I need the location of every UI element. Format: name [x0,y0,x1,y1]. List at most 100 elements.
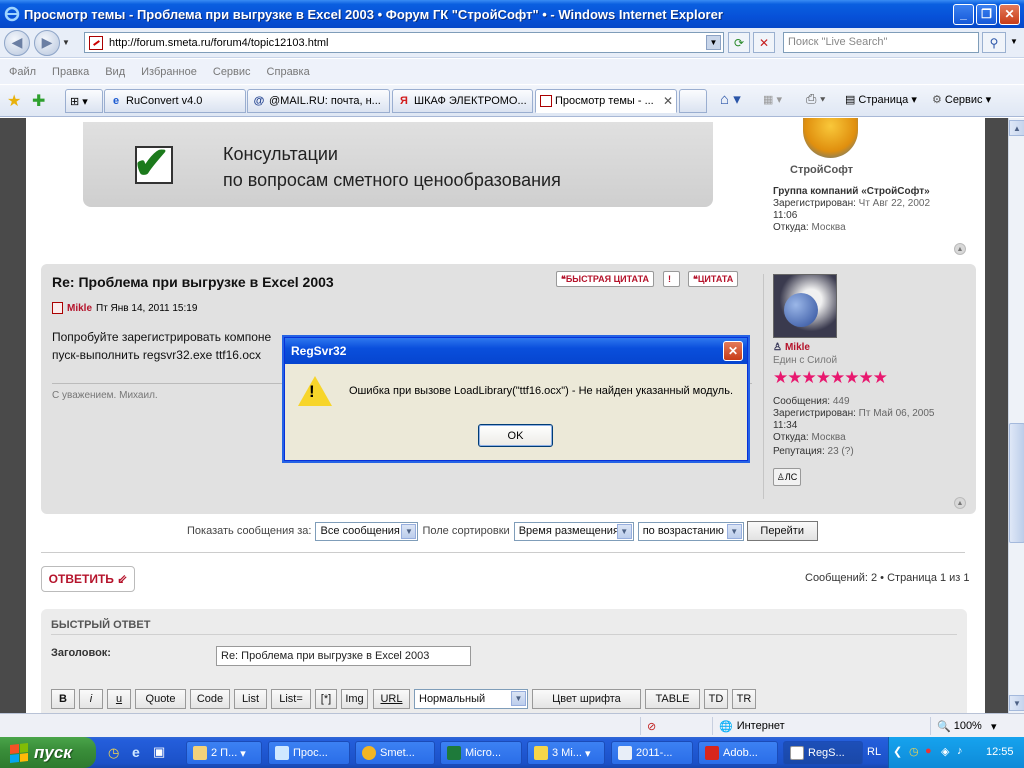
refresh-button[interactable]: ⟳ [728,32,750,53]
italic-button[interactable]: i [79,689,103,709]
address-dropdown-icon[interactable]: ▼ [706,35,721,50]
dialog-close-button[interactable]: ✕ [723,341,743,361]
task-acrobat[interactable]: Adob... [698,741,778,765]
zoom-control[interactable]: 🔍 100% ▾ [930,717,1008,735]
windows-flag-icon [10,742,28,763]
forward-button[interactable]: ▶ [34,29,60,56]
search-button[interactable]: ⚲ [982,32,1006,53]
ordered-list-button[interactable]: List= [271,689,311,709]
task-label: Micro... [465,747,502,759]
tray-network-icon[interactable]: ◈ [941,745,949,758]
address-input[interactable]: http://forum.smeta.ru/forum4/topic12103.… [84,32,724,53]
scroll-top-icon[interactable]: ▲ [954,243,966,255]
post-title[interactable]: Re: Проблема при выгрузке в Excel 2003 [52,274,334,290]
menu-favorites[interactable]: Избранное [141,66,197,78]
vertical-scrollbar[interactable]: ▲ ▼ [1008,118,1024,713]
img-tag-button[interactable]: Img [341,689,368,709]
menu-file[interactable]: Файл [9,66,36,78]
quick-tabs-button[interactable]: ⊞ ▾ [65,89,103,113]
td-tag-button[interactable]: TD [704,689,728,709]
scroll-top-icon[interactable]: ▲ [954,497,966,509]
rss-icon[interactable]: ▦ ▾ [763,93,782,106]
window-titlebar[interactable]: Просмотр темы - Проблема при выгрузке в … [0,0,1024,28]
protected-mode-icon: ⊘ [647,720,657,733]
quicklaunch-desktop-icon[interactable]: ▣ [153,744,165,760]
history-dropdown-icon[interactable]: ▼ [62,38,72,47]
tab-shkaf[interactable]: Я ШКАФ ЭЛЕКТРОМО... [392,89,533,113]
add-favorite-icon[interactable]: ✚ [32,91,45,111]
search-input[interactable]: Поиск "Live Search" [783,32,979,53]
stop-button[interactable]: ✕ [753,32,775,53]
exclamation-icon: ! [309,382,315,401]
language-indicator[interactable]: RL [867,746,881,758]
tools-menu-button[interactable]: ⚙ Сервис ▾ [932,93,991,107]
quote-button[interactable]: ❝ЦИТАТА [688,271,739,287]
search-options-icon[interactable]: ▼ [1010,37,1018,46]
task-3mi[interactable]: 3 Mi... ▾ [527,741,605,765]
sort-select[interactable]: Время размещения ▼ [513,521,634,541]
maximize-button[interactable]: ❐ [976,3,997,25]
tab-mailru[interactable]: @ @MAIL.RU: почта, н... [247,89,390,113]
reply-button[interactable]: ОТВЕТИТЬ ⇙ [41,566,135,592]
subject-input[interactable]: Re: Проблема при выгрузке в Excel 2003 [216,646,471,666]
task-ie[interactable]: Прос... [268,741,350,765]
quicklaunch-ie-icon[interactable]: e [132,744,140,760]
new-tab-button[interactable] [679,89,707,113]
list-item-button[interactable]: [*] [315,689,337,709]
profile-username[interactable]: Mikle [785,342,810,353]
underline-button[interactable]: u [107,689,131,709]
scroll-up-icon[interactable]: ▲ [1009,120,1024,136]
task-folder[interactable]: 2 П... ▾ [186,741,262,765]
menu-help[interactable]: Справка [267,66,310,78]
print-icon[interactable]: ⎙ ▾ [806,91,825,107]
clock[interactable]: 12:55 [986,746,1014,758]
report-button[interactable]: ! [663,271,680,287]
consultation-banner[interactable]: ✔ Консультации по вопросам сметного цено… [83,122,713,207]
task-word[interactable]: 2011-... [611,741,693,765]
back-button[interactable]: ◀ [4,29,30,56]
start-button[interactable]: пуск [0,737,96,768]
minimize-button[interactable]: _ [953,3,974,25]
quote-tag-button[interactable]: Quote [135,689,186,709]
font-color-button[interactable]: Цвет шрифта [532,689,641,709]
quick-quote-button[interactable]: ❝БЫСТРАЯ ЦИТАТА [556,271,655,287]
menu-edit[interactable]: Правка [52,66,89,78]
ok-button[interactable]: OK [478,424,553,447]
favorites-star-icon[interactable]: ★ [7,91,21,111]
page-menu-button[interactable]: ▤ Страница ▾ [845,93,917,107]
tray-clock-icon[interactable]: ◷ [909,745,919,758]
scroll-down-icon[interactable]: ▼ [1009,695,1024,711]
reputation-value[interactable]: 23 (?) [828,446,854,457]
order-select[interactable]: по возрастанию ▼ [637,521,744,541]
task-regsvr[interactable]: RegS... [783,741,863,765]
go-button[interactable]: Перейти [746,521,818,541]
font-size-select[interactable]: Нормальный ▼ [414,689,528,709]
list-tag-button[interactable]: List [234,689,267,709]
protected-mode-segment[interactable]: ⊘ [640,717,710,735]
task-excel[interactable]: Micro... [440,741,522,765]
home-icon[interactable]: ⌂ ▾ [720,90,741,108]
menu-tools[interactable]: Сервис [213,66,251,78]
close-tab-icon[interactable]: ✕ [663,94,673,108]
menu-view[interactable]: Вид [105,66,125,78]
dialog-title[interactable]: RegSvr32 [285,338,747,364]
tray-update-icon[interactable]: ● [925,745,932,757]
show-select[interactable]: Все сообщения ▼ [315,521,419,541]
code-tag-button[interactable]: Code [190,689,230,709]
tray-expand-icon[interactable]: ❮ [893,745,902,758]
tr-tag-button[interactable]: TR [732,689,756,709]
post-icon [52,302,63,314]
post-author[interactable]: Mikle [67,303,92,314]
tray-volume-icon[interactable]: ♪ [957,745,963,757]
table-tag-button[interactable]: TABLE [645,689,700,709]
bold-button[interactable]: B [51,689,75,709]
private-message-button[interactable]: ♙ ЛС [773,468,801,486]
scroll-thumb[interactable] [1009,423,1024,543]
url-tag-button[interactable]: URL [373,689,410,709]
task-smeta[interactable]: Smet... [355,741,435,765]
tab-ruconvert[interactable]: e RuConvert v4.0 [104,89,246,113]
close-button[interactable]: ✕ [999,3,1020,25]
tab-prosmotr-temy[interactable]: Просмотр темы - ... ✕ [535,89,677,113]
security-zone[interactable]: 🌐 Интернет [712,717,930,735]
quicklaunch-clock-icon[interactable]: ◷ [108,745,119,761]
